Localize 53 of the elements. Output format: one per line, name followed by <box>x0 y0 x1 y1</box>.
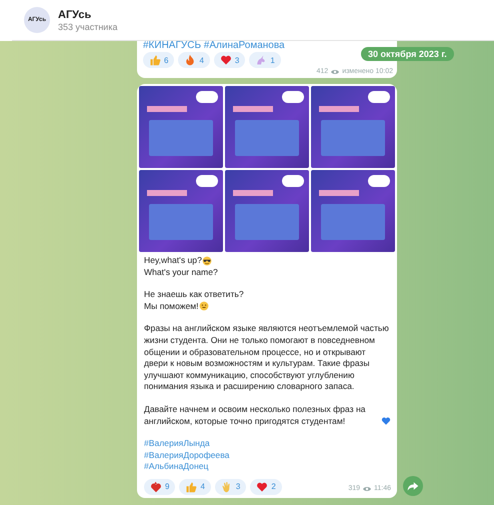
text-panel-drawing <box>149 120 213 156</box>
message-text: Мы поможем! <box>144 300 199 312</box>
reaction-button[interactable]: 1 <box>249 52 281 68</box>
reaction-button[interactable]: 3 <box>214 52 246 68</box>
image-tile[interactable] <box>311 86 395 168</box>
title-bar-drawing <box>147 106 187 112</box>
reaction-button[interactable]: 4 <box>179 478 211 495</box>
heart-icon <box>150 480 162 493</box>
title-bar-drawing <box>233 106 273 112</box>
heart-icon <box>220 54 232 66</box>
eye-icon <box>363 486 371 492</box>
message-text: Фразы на английском языке являются неотъемлемой частью жизни студента. Они не только помогают в повседневном общении и образовательном процессе, но и открывают двери к новым возможностям и культурам. Такие фразы улучшают коммуникацию, способствуют углублению понимания языка и расширению словарного запаса. <box>144 323 390 393</box>
thumbs-up-icon <box>185 480 198 493</box>
member-count: 353 участника <box>58 22 118 32</box>
date-pill: 30 октября 2023 г. <box>361 47 454 61</box>
image-tile[interactable] <box>225 86 309 168</box>
reaction-button[interactable]: 9 <box>144 478 176 495</box>
title-bar-drawing <box>147 190 187 196</box>
image-tile[interactable] <box>139 86 223 168</box>
text-panel-drawing <box>235 120 299 156</box>
title-bar-drawing <box>319 106 359 112</box>
reaction-button[interactable]: 6 <box>143 52 174 68</box>
reaction-button[interactable]: 2 <box>250 478 282 495</box>
heart-icon <box>381 416 391 426</box>
hashtag-link[interactable]: #КИНАГУСЬ #АлинаРоманова <box>143 41 393 50</box>
text-panel-drawing <box>149 204 213 240</box>
hashtag-link[interactable]: #ВалерияЛында <box>144 438 210 450</box>
share-button[interactable] <box>403 476 423 496</box>
text-panel-drawing <box>321 120 385 156</box>
text-panel-drawing <box>235 204 299 240</box>
message-text: Не знаешь как ответить? <box>144 289 244 301</box>
sunglasses-face-icon <box>202 256 212 266</box>
text-panel-drawing <box>321 204 385 240</box>
title-bar-drawing <box>319 190 359 196</box>
thumbs-up-icon <box>149 54 161 66</box>
message-text: What's your name? <box>144 266 218 278</box>
message-text: Hey,what's up? <box>144 255 202 267</box>
hashtag-link[interactable]: #АльбинаДонец <box>144 461 208 473</box>
share-arrow-icon <box>407 480 419 492</box>
smiling-face-icon <box>198 301 209 312</box>
reaction-button[interactable]: 4 <box>178 52 210 68</box>
title-bar-drawing <box>233 190 273 196</box>
unicorn-icon <box>255 54 268 66</box>
heart-icon <box>256 480 268 493</box>
reaction-button[interactable]: 3 <box>214 478 246 495</box>
image-tile[interactable] <box>139 170 223 252</box>
message-text: Давайте начнем и освоим несколько полезных фраз на английском, которые точно пригодятся студентам! <box>144 404 366 428</box>
hashtag-link[interactable]: #ВалерияДорофеева <box>144 450 230 462</box>
image-tile[interactable] <box>225 170 309 252</box>
eye-icon <box>331 68 340 74</box>
channel-title: АГУсь <box>58 8 92 20</box>
image-tile[interactable] <box>311 170 395 252</box>
fire-icon <box>184 54 196 66</box>
